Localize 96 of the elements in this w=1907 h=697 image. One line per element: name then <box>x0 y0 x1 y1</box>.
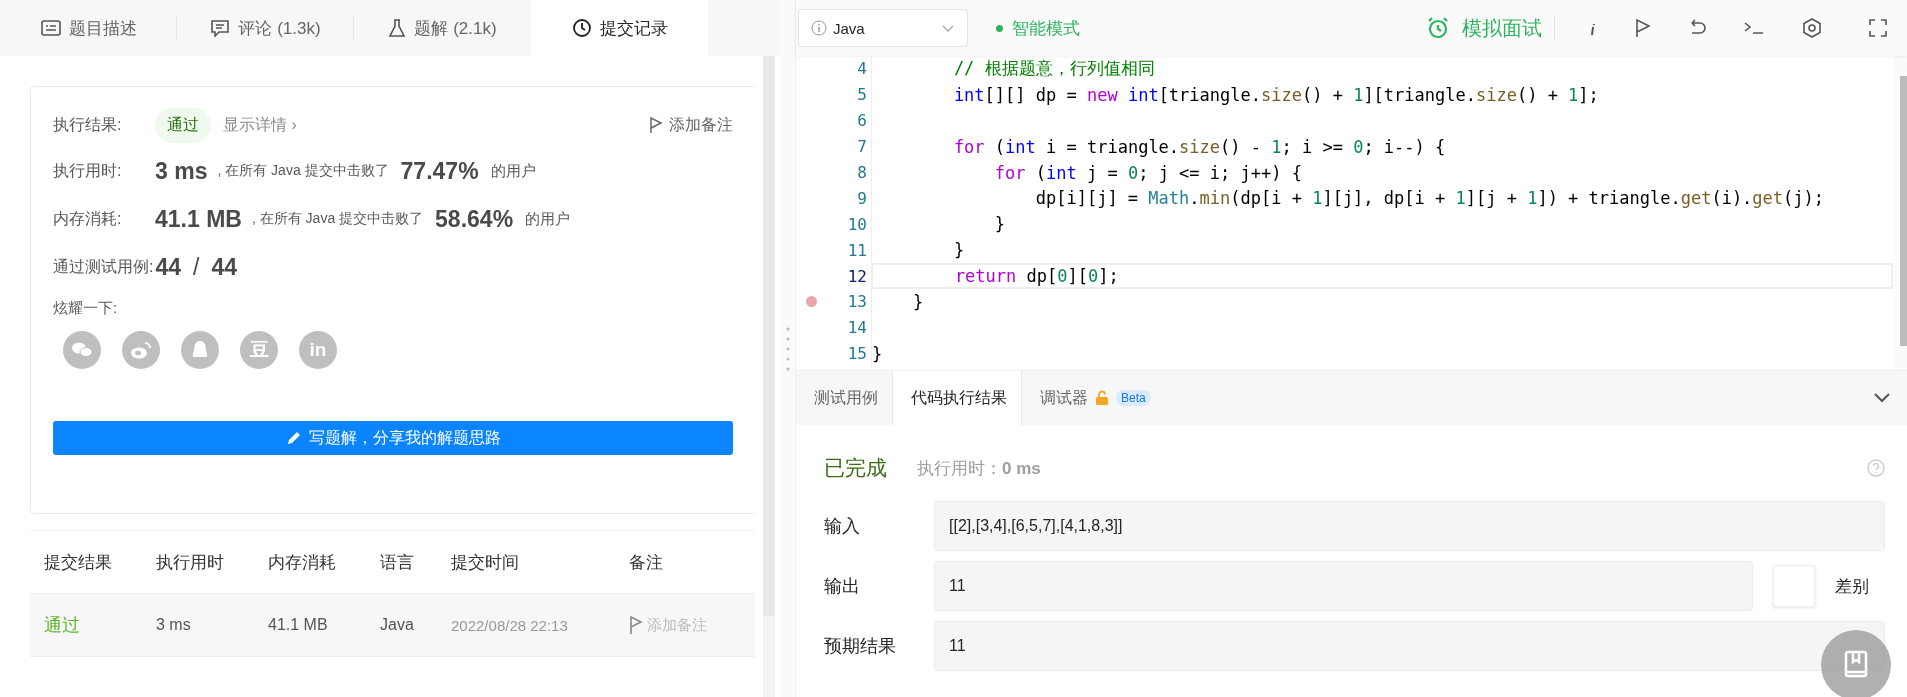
chat-bubbles-icon[interactable] <box>63 331 101 369</box>
flag-icon <box>629 615 643 635</box>
count-separator: / <box>193 253 200 281</box>
output-field: [[2],[3,4],[6,5,7],[4,1,8,3]] <box>934 501 1885 551</box>
column-header: 提交时间 <box>451 551 520 574</box>
terminal-icon[interactable] <box>1743 19 1765 37</box>
line-number: 9 <box>857 188 867 208</box>
help-icon[interactable] <box>1867 459 1885 477</box>
add-note-button[interactable]: 添加备注 <box>649 114 733 136</box>
stat-percent: 77.47% <box>400 157 479 185</box>
line-number: 6 <box>857 111 867 131</box>
flag-icon[interactable] <box>1635 18 1651 38</box>
run-status: 已完成 <box>824 455 887 481</box>
output-field: 11 <box>934 621 1885 671</box>
status-badge: 通过 <box>155 107 211 143</box>
code-line: int[][] dp = new int[triangle.size() + 1][triangle.size() + 1]; <box>952 84 1599 105</box>
code-line: for (int i = triangle.size() - 1; i >= 0; i--) { <box>952 136 1446 157</box>
line-number: 12 <box>847 266 867 286</box>
column-header: 提交结果 <box>44 551 113 574</box>
line-number: 5 <box>857 85 867 105</box>
line-number: 7 <box>857 137 867 157</box>
field-label: 通过测试用例: <box>53 256 154 277</box>
field-label: 执行用时: <box>53 160 123 181</box>
stat-value: 41.1 MB <box>155 205 242 233</box>
panel-tab[interactable]: 题解 (2.1k) <box>354 0 531 56</box>
beta-badge: Beta <box>1116 390 1151 406</box>
column-header: 内存消耗 <box>268 551 337 574</box>
table-cell-text: 41.1 MB <box>268 616 329 634</box>
code-line: } <box>993 214 1006 235</box>
run-time: 执行用时：0 ms <box>917 457 1041 480</box>
console-tab[interactable]: 代码执行结果 <box>892 371 1022 425</box>
swirl-icon[interactable] <box>122 331 160 369</box>
column-header: 执行用时 <box>156 551 225 574</box>
test-count: 44 <box>155 253 182 281</box>
diff-label: 差别 <box>1835 575 1869 598</box>
line-number: 11 <box>847 240 867 260</box>
code-line: return dp[0][0]; <box>953 266 1119 287</box>
table-cell-text: Java <box>380 616 415 634</box>
book-icon <box>1843 650 1869 680</box>
alarm-clock-icon <box>1426 16 1450 40</box>
output-field: 11 <box>934 561 1753 611</box>
line-number: 8 <box>857 163 867 182</box>
panel-tab[interactable]: 评论 (1.3k) <box>177 0 354 56</box>
code-line: dp[i][j] = Math.min(dp[i + 1][j], dp[i + 1][j + 1]) + triangle.get(i).get(j); <box>1034 188 1825 209</box>
flag-icon <box>649 116 663 134</box>
code-line: } <box>872 343 883 364</box>
console-tab[interactable]: 调试器 Beta <box>1022 371 1165 425</box>
line-number: 13 <box>847 292 867 312</box>
penguin-icon[interactable] <box>181 331 219 369</box>
column-header: 语言 <box>380 551 415 574</box>
language-select[interactable]: Java <box>798 9 968 47</box>
stat-text: , 在所有 Java 提交中击败了 <box>251 210 424 228</box>
code-line: } <box>952 240 965 261</box>
details-link[interactable]: 显示详情 › <box>223 114 297 136</box>
settings-icon[interactable] <box>1801 17 1823 39</box>
result-cell-text: 通过 <box>44 614 81 637</box>
info-icon <box>811 20 827 36</box>
write-solution-button[interactable]: 写题解，分享我的解题思路 <box>53 421 733 455</box>
line-number: 10 <box>847 214 867 234</box>
code-line: // 根据题意，行列值相同 <box>952 57 1155 81</box>
field-label: 输出 <box>824 575 861 598</box>
table-cell-text: 2022/08/28 22:13 <box>451 616 569 634</box>
stat-suffix: 的用户 <box>490 161 536 181</box>
submission-row[interactable]: 通过 3 ms 41.1 MB Java 2022/08/28 22:13 添加备注 <box>30 593 755 657</box>
clock-icon <box>571 18 592 38</box>
share-label: 炫耀一下: <box>53 299 119 318</box>
document-icon <box>40 20 61 36</box>
column-header: 备注 <box>629 551 664 574</box>
code-line: } <box>911 291 924 312</box>
stat-text: , 在所有 Java 提交中击败了 <box>217 162 389 180</box>
flask-icon <box>388 18 407 38</box>
stat-value: 3 ms <box>155 157 208 185</box>
console-tab[interactable]: 测试用例 <box>796 371 892 425</box>
comment-icon <box>210 19 231 37</box>
collapse-icon[interactable] <box>1873 392 1891 404</box>
fullscreen-icon[interactable] <box>1869 19 1887 37</box>
line-number: 14 <box>847 318 867 338</box>
code-line: for (int j = 0; j <= i; j++) { <box>993 162 1302 183</box>
panel-tab[interactable]: 题目描述 <box>0 0 177 56</box>
field-label: 输入 <box>824 515 861 538</box>
unlock-icon <box>1094 390 1110 406</box>
caret-icon <box>941 23 955 33</box>
status-dot <box>996 24 1003 32</box>
stat-percent: 58.64% <box>435 205 514 233</box>
stat-suffix: 的用户 <box>525 209 571 229</box>
test-total: 44 <box>211 253 238 281</box>
breakpoint-marker[interactable] <box>806 296 817 308</box>
field-label: 内存消耗: <box>53 208 123 229</box>
table-cell-text: 3 ms <box>156 616 192 634</box>
pencil-icon <box>285 429 303 447</box>
line-number: 15 <box>847 344 867 364</box>
field-label: 执行结果: <box>53 114 123 135</box>
scrollbar[interactable] <box>1900 76 1907 346</box>
line-number: 4 <box>857 59 867 79</box>
field-label: 预期结果 <box>824 635 897 658</box>
panel-tab[interactable]: 提交记录 <box>531 0 708 56</box>
